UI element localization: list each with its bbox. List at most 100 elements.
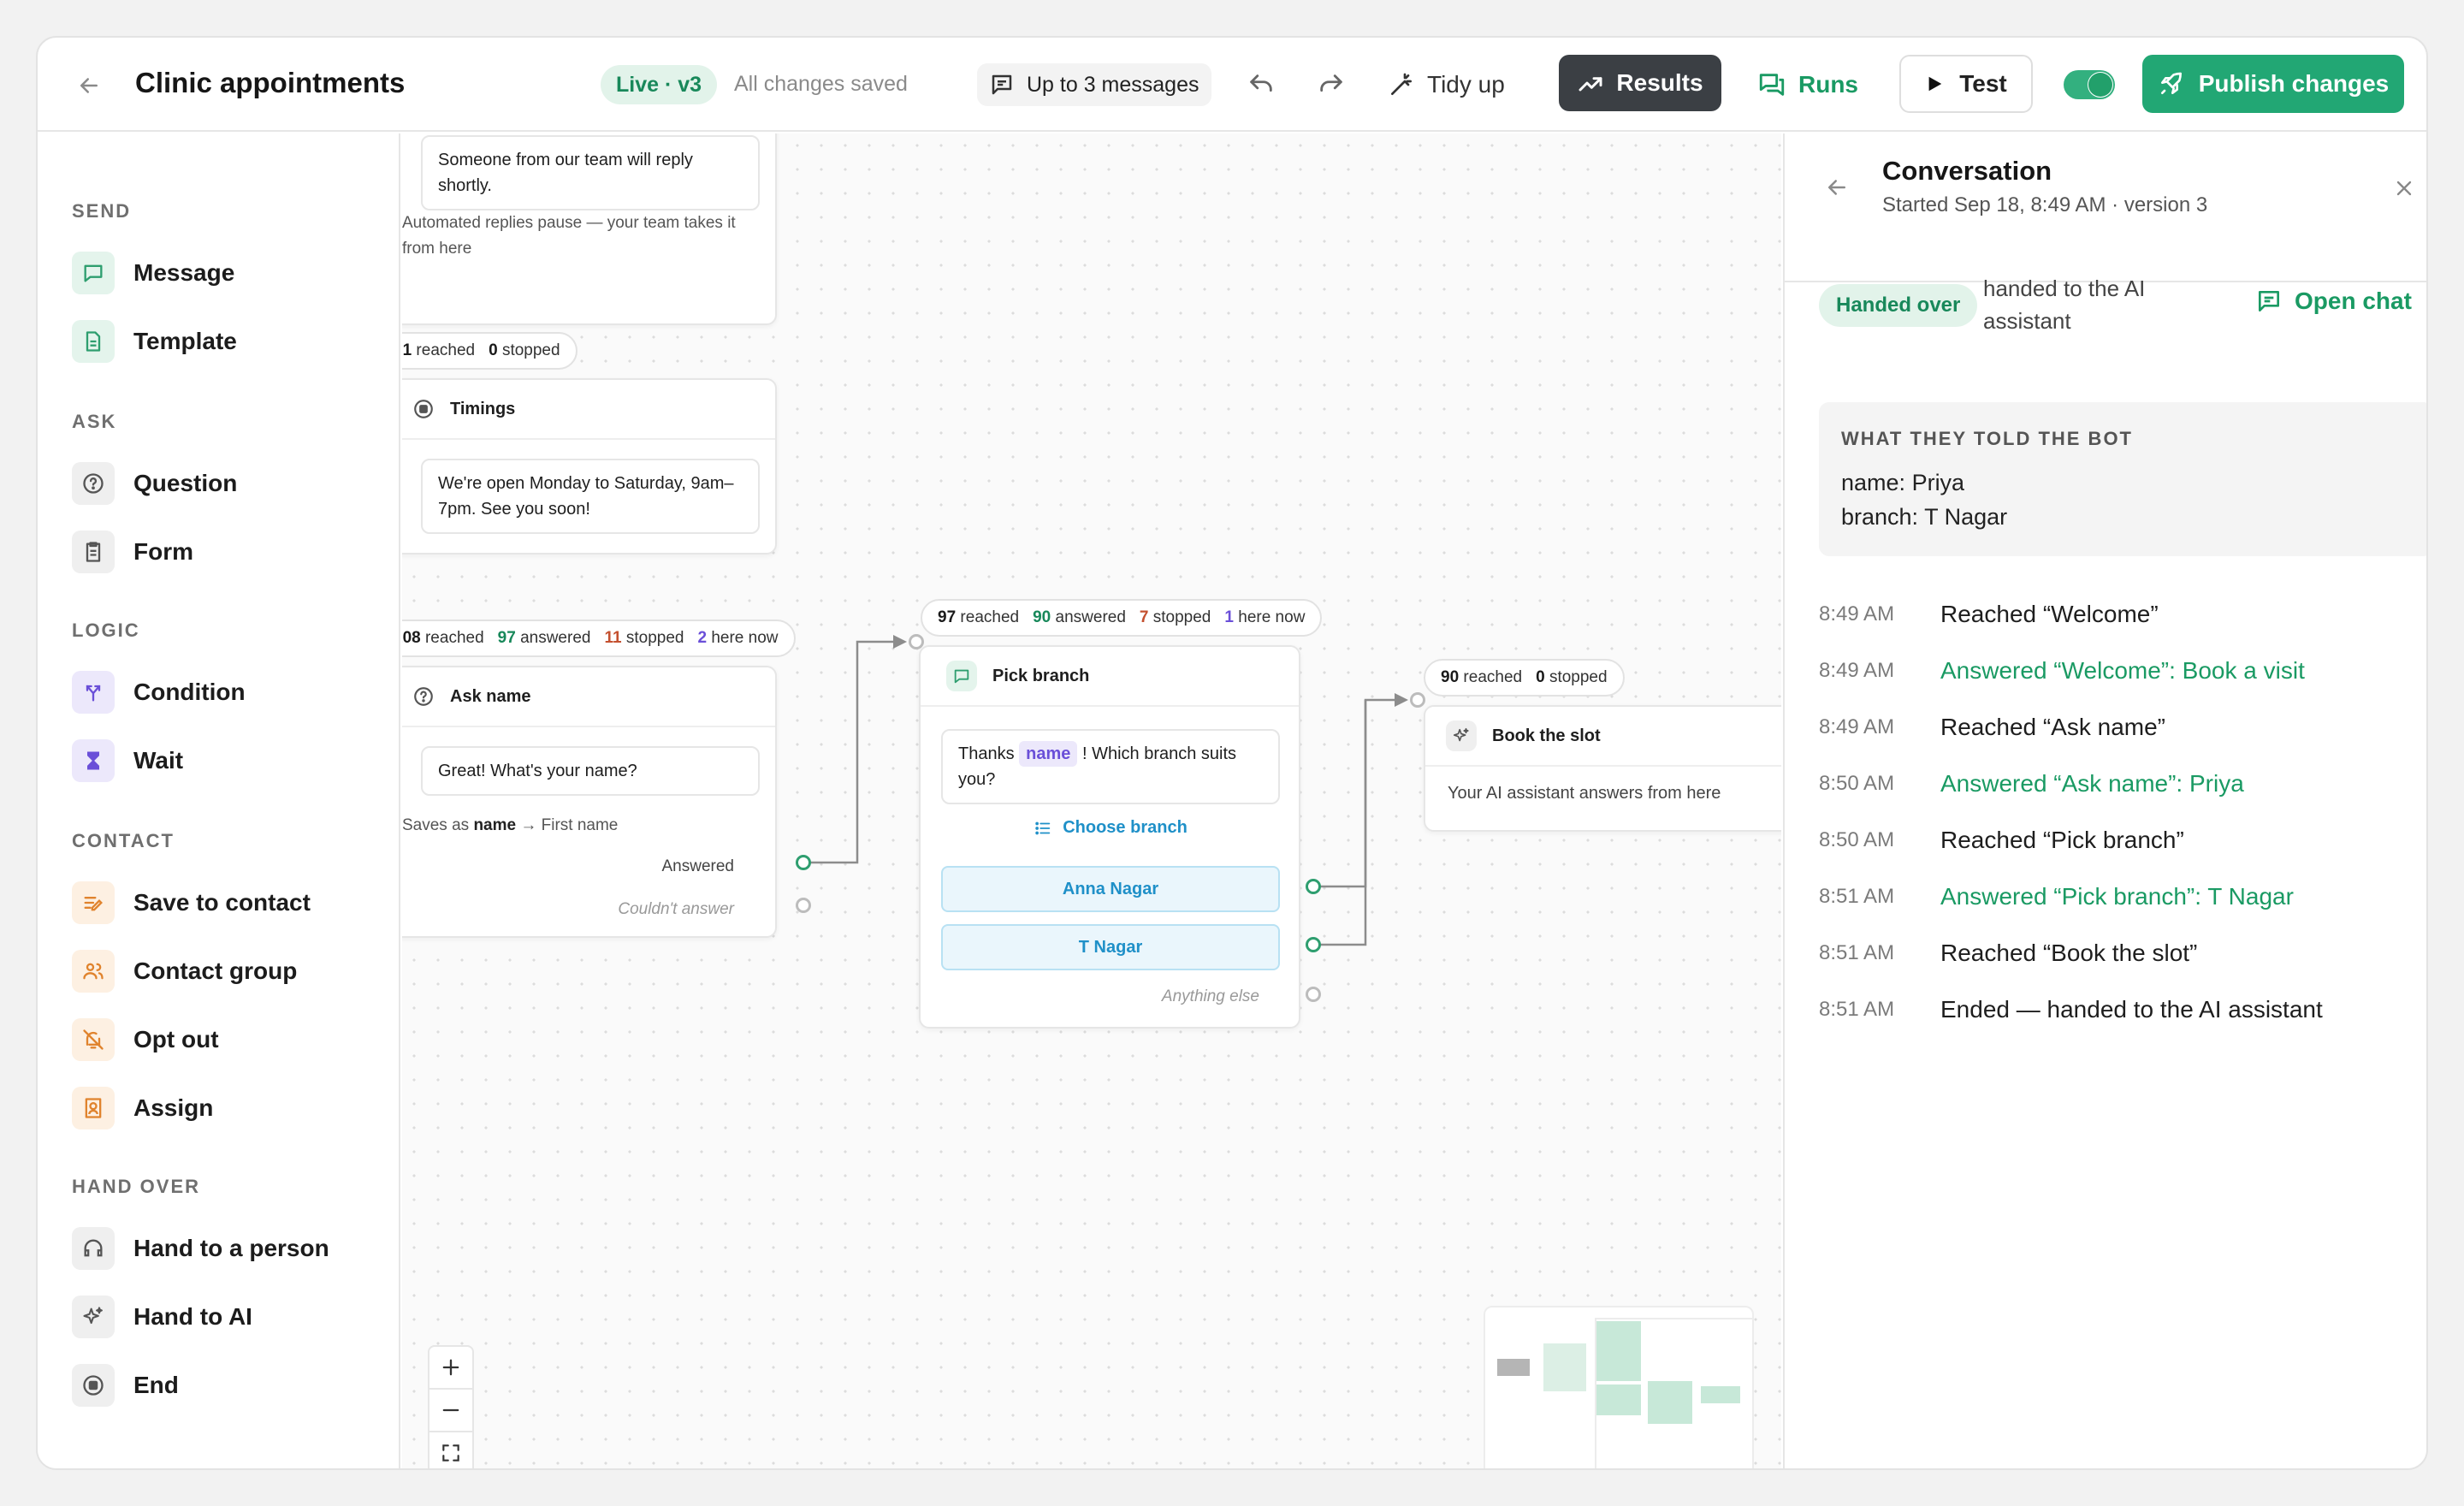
tidy-up-button[interactable]: Tidy up xyxy=(1388,63,1505,106)
runs-button[interactable]: Runs xyxy=(1757,63,1858,106)
answer-key: branch: xyxy=(1841,504,1919,530)
timeline-row: 8:49 AM Reached “Ask name” xyxy=(1819,714,2165,741)
flow-title: Clinic appointments xyxy=(135,67,406,98)
failed-port[interactable] xyxy=(796,898,811,913)
node-title: Pick branch xyxy=(992,666,1090,685)
magic-wand-icon xyxy=(1391,73,1412,95)
collected-answers-title: WHAT THEY TOLD THE BOT xyxy=(1841,428,2133,449)
section-title-logic: LOGIC xyxy=(72,620,140,641)
answered-port[interactable] xyxy=(796,855,811,870)
stat-stopped-label: stopped xyxy=(1549,668,1608,686)
sidebar-item-template[interactable]: Template xyxy=(72,318,237,365)
zoom-in-button[interactable] xyxy=(428,1345,474,1390)
live-toggle[interactable] xyxy=(2064,70,2115,99)
test-button[interactable]: Test xyxy=(1899,55,2033,113)
ask-name-node[interactable]: Ask name Great! What's your name? Saves … xyxy=(402,666,777,938)
book-slot-node[interactable]: Book the slot Your AI assistant answers … xyxy=(1424,705,1781,832)
sidebar-item-hand-to-ai[interactable]: Hand to AI xyxy=(72,1294,252,1340)
minus-icon xyxy=(442,1408,459,1412)
sidebar-item-wait[interactable]: Wait xyxy=(72,738,183,784)
redo-button[interactable] xyxy=(1311,67,1352,104)
back-button[interactable] xyxy=(72,68,106,103)
timeline-text: Answered “Pick branch”: T Nagar xyxy=(1940,883,2294,910)
message-bubble: Great! What's your name? xyxy=(421,746,760,796)
sparkle-icon xyxy=(72,1296,115,1338)
sidebar-item-question[interactable]: Question xyxy=(72,460,237,507)
timeline-row: 8:51 AM Answered “Pick branch”: T Nagar xyxy=(1819,883,2294,910)
timeline-text: Answered “Welcome”: Book a visit xyxy=(1940,657,2305,684)
tidy-up-label: Tidy up xyxy=(1427,71,1505,98)
sidebar-item-save-to-contact[interactable]: Save to contact xyxy=(72,880,311,926)
timeline-text: Ended — handed to the AI assistant xyxy=(1940,996,2323,1023)
message-limit-chip[interactable]: Up to 3 messages xyxy=(977,63,1211,106)
node-header: Timings xyxy=(402,380,775,440)
timeline-text: Reached “Book the slot” xyxy=(1940,940,2198,966)
sidebar-item-condition[interactable]: Condition xyxy=(72,669,246,715)
zoom-out-button[interactable] xyxy=(428,1388,474,1432)
panel-subtitle: Started Sep 18, 8:49 AM · version 3 xyxy=(1882,193,2208,216)
close-panel-button[interactable] xyxy=(2392,176,2416,200)
node-title: Book the slot xyxy=(1492,726,1601,745)
node-title: Timings xyxy=(450,399,516,418)
timings-node[interactable]: Timings We're open Monday to Saturday, 9… xyxy=(402,378,777,554)
collected-answer-branch: branch: T Nagar xyxy=(1841,500,2411,534)
sidebar-item-end[interactable]: End xyxy=(72,1362,179,1408)
connector-ask-to-branch xyxy=(803,640,902,864)
stat-reached-label: reached xyxy=(424,629,484,647)
flow-canvas[interactable]: Someone from our team will reply shortly… xyxy=(402,133,1781,1468)
publish-button[interactable]: Publish changes xyxy=(2142,55,2404,113)
timeline-row: 8:51 AM Reached “Book the slot” xyxy=(1819,940,2197,967)
t-nagar-port[interactable] xyxy=(1306,937,1321,952)
section-title-send: SEND xyxy=(72,200,132,222)
close-icon xyxy=(2396,181,2412,196)
option-anna-nagar[interactable]: Anna Nagar xyxy=(941,866,1280,912)
undo-button[interactable] xyxy=(1241,67,1282,104)
timeline-time: 8:50 AM xyxy=(1819,828,1895,851)
sidebar-item-hand-to-person[interactable]: Hand to a person xyxy=(72,1225,329,1272)
node-palette-sidebar: SEND Message Template ASK Question Form … xyxy=(38,133,400,1468)
open-chat-button[interactable]: Open chat xyxy=(2255,288,2412,315)
else-port[interactable] xyxy=(1306,987,1321,1002)
pick-branch-node[interactable]: Pick branch Thanks name ! Which branch s… xyxy=(919,645,1300,1029)
node-stats-pick-branch: 97 reached 90 answered 7 stopped 1 here … xyxy=(921,599,1323,637)
runs-label: Runs xyxy=(1798,71,1858,98)
stat-reached-label: reached xyxy=(1463,668,1523,686)
sidebar-item-form[interactable]: Form xyxy=(72,529,193,575)
anna-nagar-port[interactable] xyxy=(1306,879,1321,894)
sidebar-item-contact-group[interactable]: Contact group xyxy=(72,948,297,994)
rocket-icon xyxy=(2160,72,2182,94)
stat-stopped-label: stopped xyxy=(1152,608,1211,626)
hand-to-person-node[interactable]: Someone from our team will reply shortly… xyxy=(402,133,777,325)
template-icon xyxy=(72,320,115,363)
stat-stopped-value: 7 xyxy=(1139,608,1149,626)
saves-variable: name xyxy=(473,816,517,834)
timeline-row: 8:50 AM Answered “Ask name”: Priya xyxy=(1819,770,2244,797)
answer-value: T Nagar xyxy=(1924,504,2008,530)
message-limit-label: Up to 3 messages xyxy=(1027,72,1199,97)
toggle-knob xyxy=(2088,73,2112,97)
answer-key: name: xyxy=(1841,470,1906,495)
sidebar-item-label: Hand to AI xyxy=(133,1303,252,1330)
stat-reached-value: 97 xyxy=(938,608,957,626)
answered-outlet-label: Answered xyxy=(661,857,735,875)
choose-branch-button[interactable]: Choose branch xyxy=(941,818,1280,838)
minimap-block xyxy=(1497,1359,1530,1376)
results-button[interactable]: Results xyxy=(1559,55,1721,111)
book-slot-input-port[interactable] xyxy=(1410,692,1425,708)
stat-stopped-label: stopped xyxy=(625,629,684,647)
minimap[interactable] xyxy=(1484,1306,1754,1468)
fit-view-button[interactable] xyxy=(428,1431,474,1468)
sidebar-item-label: Save to contact xyxy=(133,889,311,916)
saves-prefix: Saves as xyxy=(402,816,470,834)
panel-back-button[interactable] xyxy=(1824,175,1850,200)
minimap-viewport[interactable] xyxy=(1595,1318,1754,1468)
question-icon xyxy=(72,462,115,505)
sidebar-item-assign[interactable]: Assign xyxy=(72,1085,213,1131)
section-title-ask: ASK xyxy=(72,411,117,432)
arrow-left-icon xyxy=(1828,180,1845,195)
option-t-nagar[interactable]: T Nagar xyxy=(941,924,1280,970)
sidebar-item-message[interactable]: Message xyxy=(72,250,234,296)
stat-stopped-value: 11 xyxy=(604,629,622,647)
connector-arrow-slot xyxy=(1395,693,1408,707)
sidebar-item-opt-out[interactable]: Opt out xyxy=(72,1017,219,1063)
